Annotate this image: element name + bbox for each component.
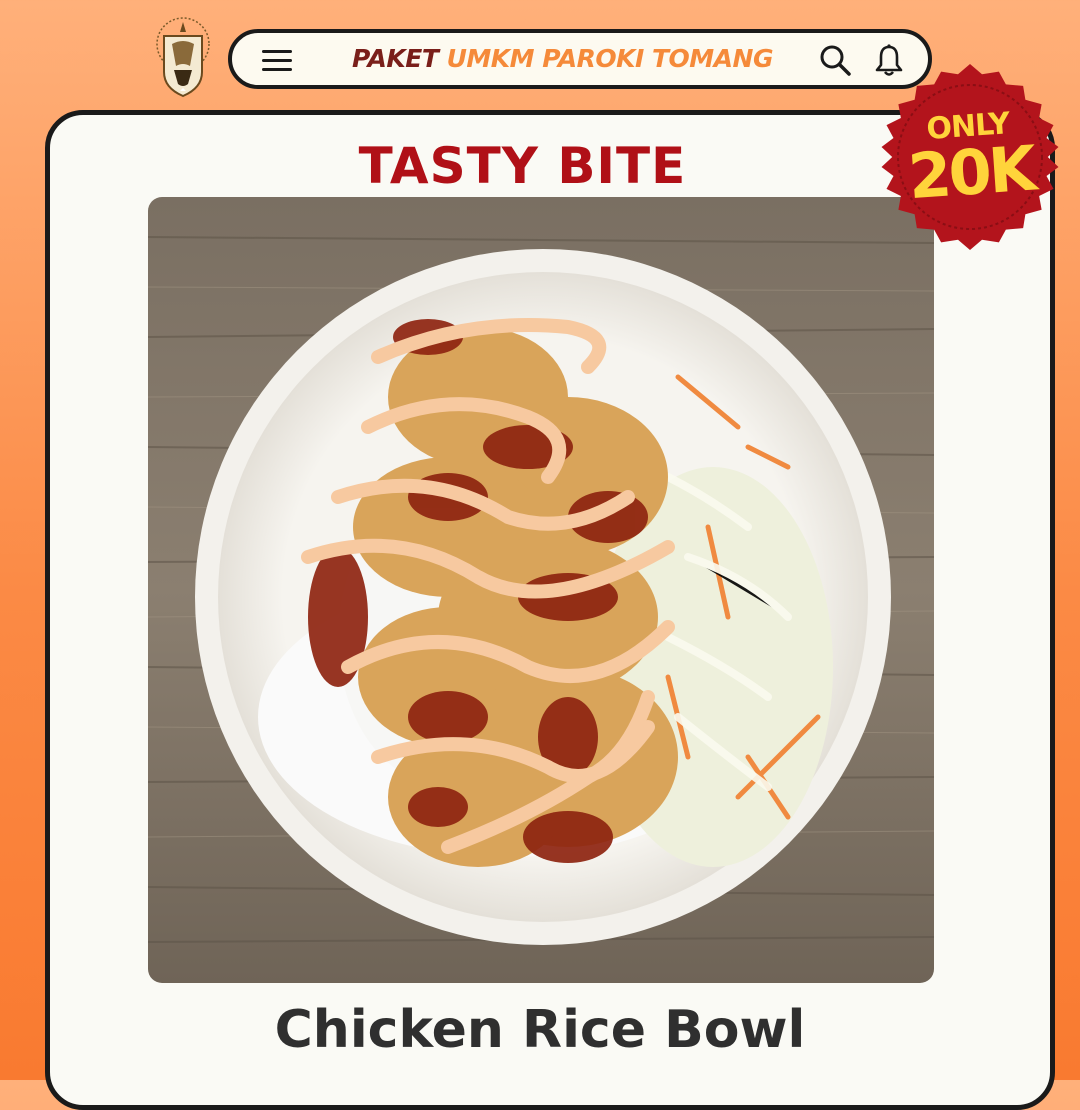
badge-line-price: 20K bbox=[906, 131, 1037, 214]
parish-logo bbox=[150, 14, 216, 102]
hamburger-menu-icon[interactable] bbox=[260, 43, 294, 77]
top-bar: PAKET UMKM PAROKI TOMANG bbox=[228, 29, 932, 89]
product-name: Chicken Rice Bowl bbox=[274, 1000, 806, 1060]
page-title: PAKET UMKM PAROKI TOMANG bbox=[352, 43, 773, 75]
product-card: TASTY BITE Chicken Rice Bowl bbox=[45, 110, 1055, 1110]
title-part-paket: PAKET bbox=[352, 44, 439, 73]
chicken-rice-bowl-photo bbox=[148, 197, 934, 983]
title-part-umkm: UMKM PAROKI TOMANG bbox=[446, 44, 774, 73]
search-icon[interactable] bbox=[818, 43, 852, 77]
badge-text: ONLY 20K bbox=[869, 56, 1072, 259]
price-badge: ONLY 20K bbox=[875, 62, 1065, 252]
headline: TASTY BITE bbox=[358, 137, 687, 195]
